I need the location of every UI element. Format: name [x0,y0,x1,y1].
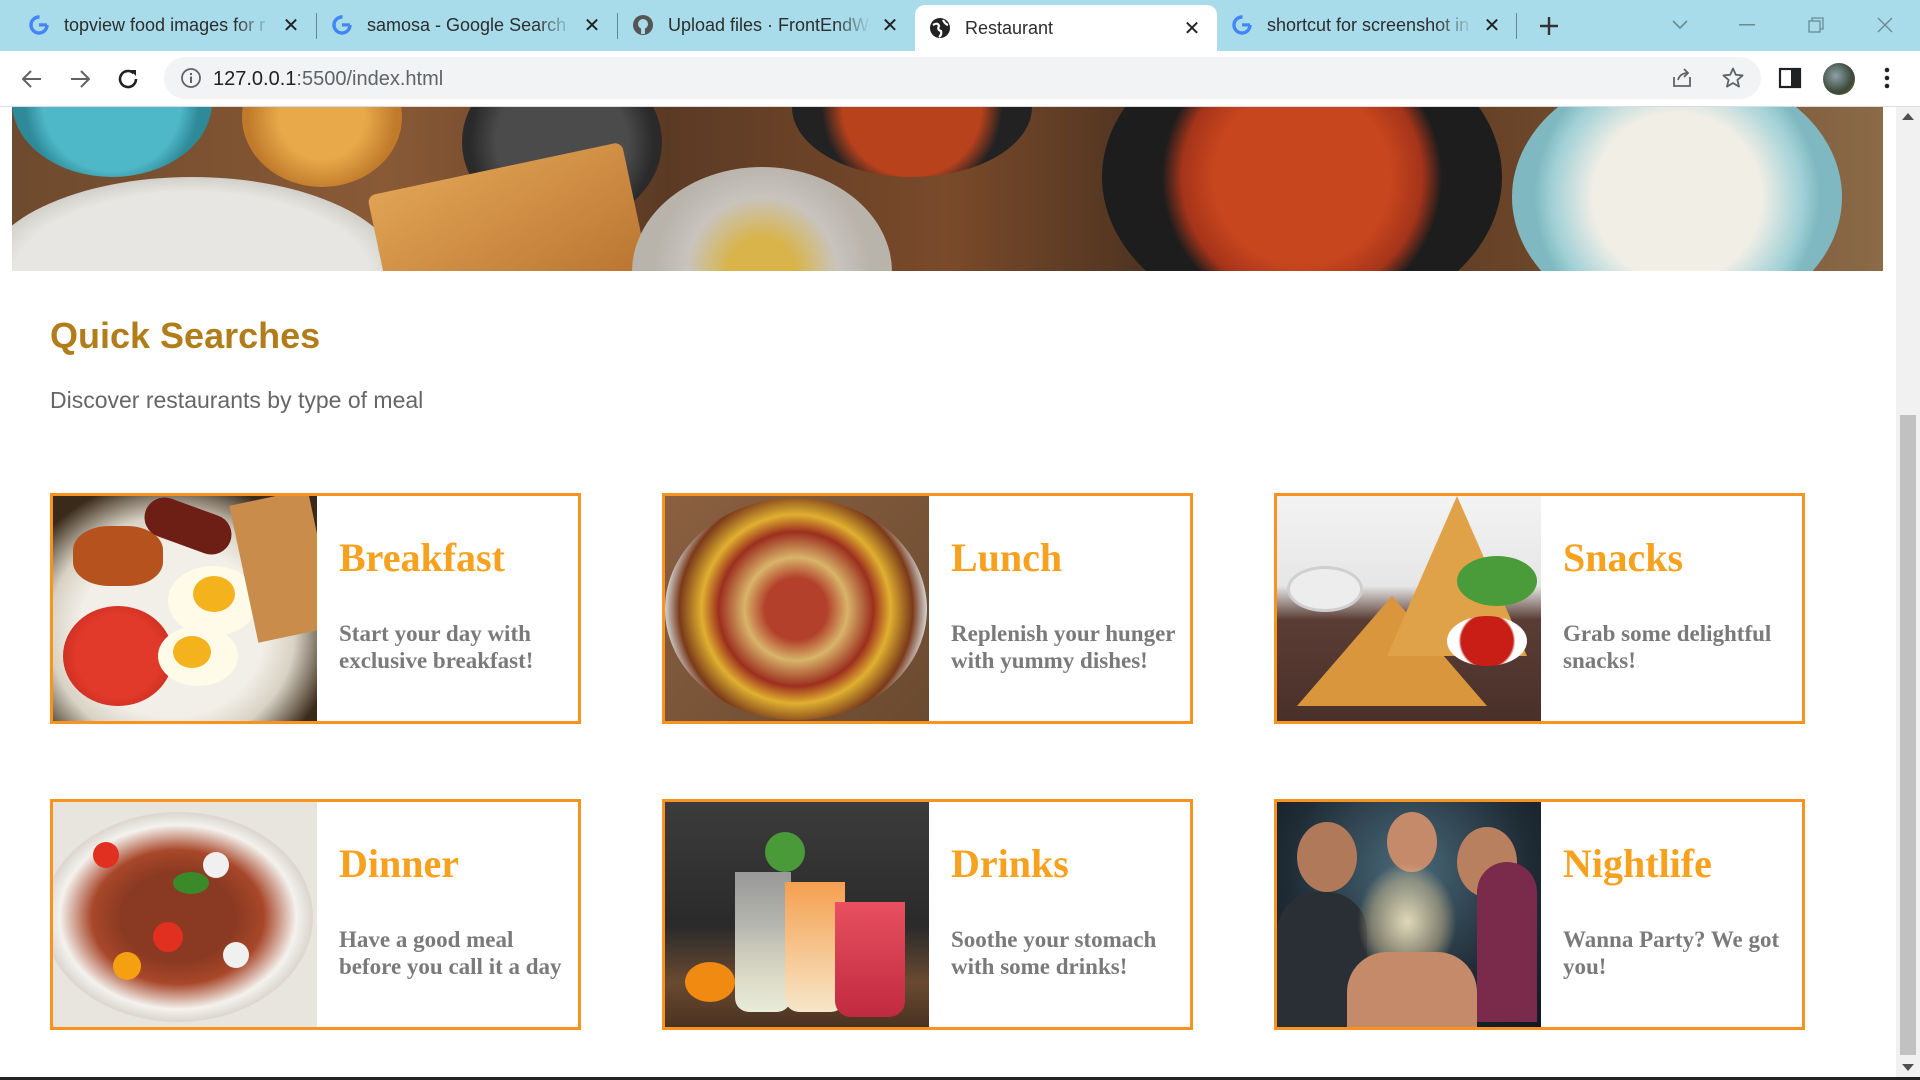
scroll-down-arrow-icon[interactable] [1902,1064,1914,1071]
tab-upload-files[interactable]: Upload files · FrontEndWo ✕ [618,6,915,44]
github-icon [632,14,654,36]
card-description: Start your day with exclusive breakfast! [339,621,534,673]
reload-icon [118,69,138,89]
tab-title: shortcut for screenshot in [1267,14,1470,35]
close-icon[interactable]: ✕ [581,14,603,37]
google-icon [1231,14,1253,36]
card-description: Have a good meal before you call it a da… [339,927,562,979]
card-title: Dinner [339,841,459,886]
restore-icon [1808,17,1824,33]
nightlife-photo [1277,802,1541,1027]
side-panel-icon[interactable] [1777,65,1803,91]
url-text[interactable]: 127.0.0.1:5500/index.html [213,68,443,91]
tab-shortcut-screenshot[interactable]: shortcut for screenshot in ✕ [1217,6,1517,44]
scrollbar-thumb[interactable] [1900,415,1916,1055]
close-icon [1877,17,1893,33]
back-button[interactable] [14,61,50,97]
forward-button[interactable] [62,61,98,97]
close-icon[interactable]: ✕ [280,14,302,37]
hero-banner-image [12,107,1883,271]
scroll-up-arrow-icon[interactable] [1902,113,1914,120]
card-title: Breakfast [339,535,505,580]
card-dinner[interactable]: Dinner Have a good meal before you call … [50,799,581,1030]
url-path: :5500/index.html [296,68,444,90]
plus-icon [1540,17,1558,35]
bookmark-star-icon[interactable] [1721,66,1745,90]
tab-title: Upload files · FrontEndWo [668,14,871,35]
card-breakfast[interactable]: Breakfast Start your day with exclusive … [50,493,581,724]
tab-search-button[interactable] [1660,10,1700,40]
arrow-left-icon [21,70,41,88]
close-window-button[interactable] [1865,10,1905,40]
globe-icon [929,17,951,39]
card-description: Wanna Party? We got you! [1563,927,1780,979]
card-description: Soothe your stomach with some drinks! [951,927,1157,979]
share-icon[interactable] [1670,66,1694,90]
close-icon[interactable]: ✕ [879,14,901,37]
close-icon[interactable]: ✕ [1481,14,1503,37]
card-title: Snacks [1563,535,1684,580]
tab-samosa-search[interactable]: samosa - Google Search ✕ [317,6,617,44]
dinner-photo [53,802,317,1027]
arrow-right-icon [71,70,91,88]
tab-title: topview food images for r [64,14,266,35]
google-icon [28,14,50,36]
card-lunch[interactable]: Lunch Replenish your hunger with yummy d… [662,493,1193,724]
url-host: 127.0.0.1 [213,68,297,90]
breakfast-photo [53,496,317,721]
tab-title: Restaurant [965,17,1054,38]
minimize-icon [1739,24,1755,26]
card-description: Replenish your hunger with yummy dishes! [951,621,1176,673]
minimize-button[interactable] [1727,10,1767,40]
tab-title: samosa - Google Search [367,14,567,35]
card-drinks[interactable]: Drinks Soothe your stomach with some dri… [662,799,1193,1030]
card-description: Grab some delightful snacks! [1563,621,1772,673]
avatar[interactable] [1823,63,1855,95]
section-title: Quick Searches [50,315,321,356]
tab-strip: topview food images for r ✕ samosa - Goo… [0,0,1920,51]
address-bar[interactable]: 127.0.0.1:5500/index.html [164,57,1761,99]
tab-topview-food[interactable]: topview food images for r ✕ [14,6,316,44]
restore-button[interactable] [1796,10,1836,40]
close-icon[interactable]: ✕ [1181,17,1203,40]
section-subtitle: Discover restaurants by type of meal [50,387,424,413]
drinks-photo [665,802,929,1027]
reload-button[interactable] [110,61,146,97]
tab-separator [1516,13,1517,39]
card-title: Nightlife [1563,841,1712,886]
browser-toolbar: 127.0.0.1:5500/index.html [0,51,1920,107]
page-scrollbar[interactable] [1896,107,1920,1077]
card-snacks[interactable]: Snacks Grab some delightful snacks! [1274,493,1805,724]
menu-kebab-icon[interactable] [1874,65,1900,91]
chevron-down-icon [1672,20,1688,30]
snacks-photo [1277,496,1541,721]
lunch-photo [665,496,929,721]
tab-restaurant[interactable]: Restaurant ✕ [915,5,1217,51]
card-title: Lunch [951,535,1063,580]
new-tab-button[interactable] [1533,10,1565,42]
page-viewport: Quick Searches Discover restaurants by t… [0,107,1896,1077]
card-nightlife[interactable]: Nightlife Wanna Party? We got you! [1274,799,1805,1030]
card-title: Drinks [951,841,1069,886]
info-icon[interactable] [180,67,202,89]
google-icon [331,14,353,36]
